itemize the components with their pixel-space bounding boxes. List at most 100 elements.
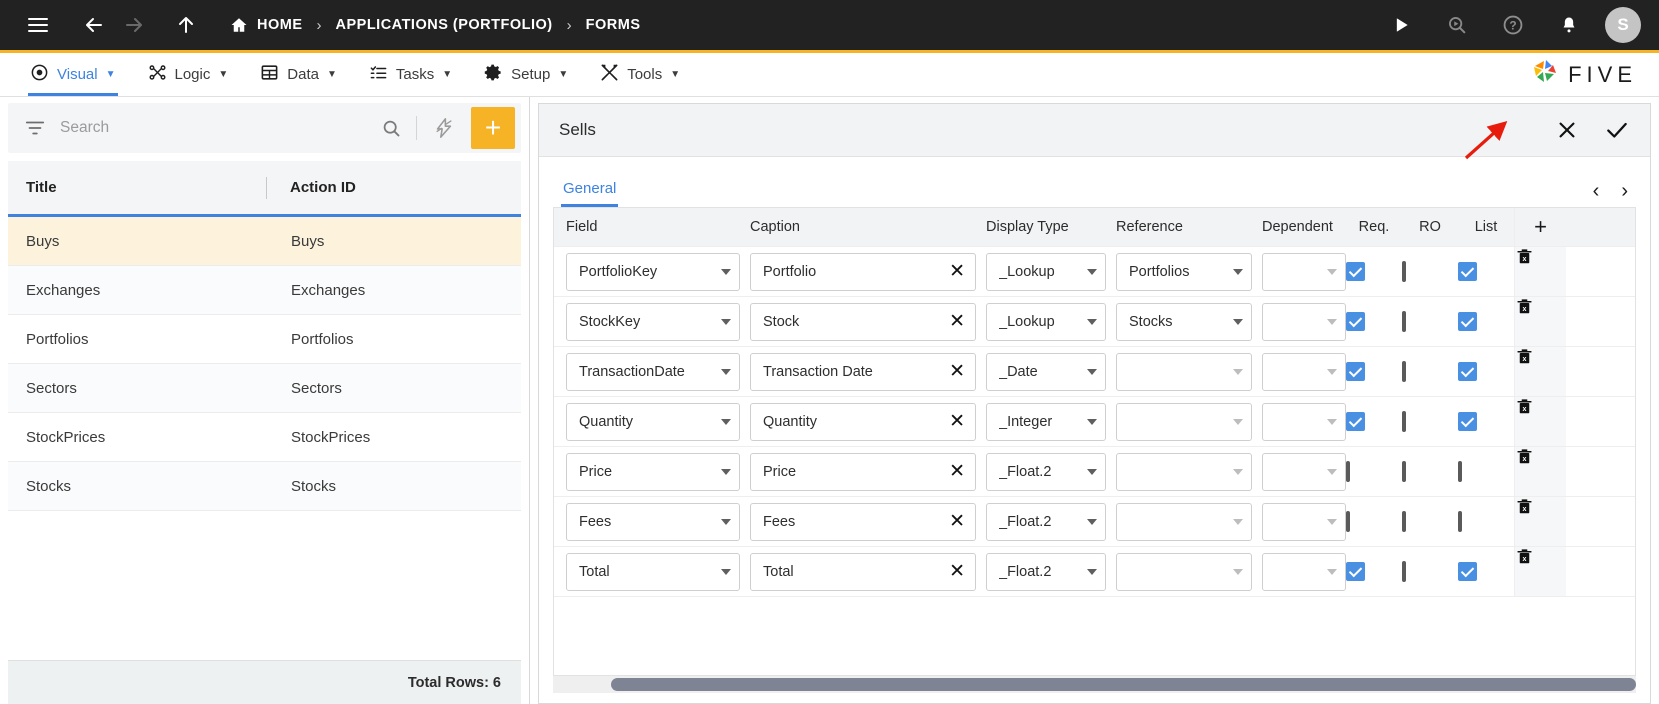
req-checkbox[interactable] <box>1346 412 1365 431</box>
lightning-icon[interactable] <box>417 117 471 139</box>
ro-checkbox[interactable] <box>1402 310 1406 332</box>
display-type-select[interactable]: _Float.2 <box>986 452 1106 491</box>
save-check-icon[interactable] <box>1604 117 1630 143</box>
ro-checkbox[interactable] <box>1402 460 1406 482</box>
menu-item-data[interactable]: Data ▼ <box>244 53 353 96</box>
caption-input[interactable]: Quantity ✕ <box>750 402 976 441</box>
clear-icon[interactable]: ✕ <box>943 312 965 331</box>
clear-icon[interactable]: ✕ <box>943 362 965 381</box>
ro-checkbox[interactable] <box>1402 410 1406 432</box>
menu-item-tools[interactable]: Tools ▼ <box>584 53 696 96</box>
clear-icon[interactable]: ✕ <box>943 262 965 281</box>
ro-checkbox[interactable] <box>1402 510 1406 532</box>
field-select[interactable]: TransactionDate <box>566 352 740 391</box>
delete-row-icon[interactable]: x <box>1514 547 1566 596</box>
run-play-icon[interactable] <box>1381 5 1421 45</box>
req-checkbox[interactable] <box>1346 362 1365 381</box>
next-record-icon[interactable]: › <box>1621 181 1628 201</box>
dependent-select[interactable] <box>1262 552 1346 591</box>
column-header-ro[interactable]: RO <box>1402 208 1458 246</box>
column-header-field[interactable]: Field <box>554 208 740 246</box>
search-debug-icon[interactable] <box>1437 5 1477 45</box>
ro-checkbox[interactable] <box>1402 360 1406 382</box>
column-header-caption[interactable]: Caption <box>740 208 976 246</box>
reference-select[interactable] <box>1116 552 1252 591</box>
add-form-button[interactable]: + <box>471 107 515 149</box>
field-select[interactable]: StockKey <box>566 302 740 341</box>
list-checkbox[interactable] <box>1458 262 1477 281</box>
tab-general[interactable]: General <box>561 180 619 207</box>
reference-select[interactable]: Portfolios <box>1116 252 1252 291</box>
list-item[interactable]: Exchanges Exchanges <box>8 266 521 315</box>
list-checkbox[interactable] <box>1458 510 1462 532</box>
display-type-select[interactable]: _Float.2 <box>986 552 1106 591</box>
clear-icon[interactable]: ✕ <box>943 512 965 531</box>
delete-row-icon[interactable]: x <box>1514 397 1566 446</box>
req-checkbox[interactable] <box>1346 510 1350 532</box>
dependent-select[interactable] <box>1262 502 1346 541</box>
req-checkbox[interactable] <box>1346 562 1365 581</box>
caption-input[interactable]: Transaction Date ✕ <box>750 352 976 391</box>
reference-select[interactable] <box>1116 352 1252 391</box>
dependent-select[interactable] <box>1262 352 1346 391</box>
search-input[interactable] <box>60 119 367 137</box>
avatar[interactable]: S <box>1605 7 1641 43</box>
menu-item-logic[interactable]: Logic ▼ <box>132 53 245 96</box>
scrollbar-thumb[interactable] <box>611 678 1636 691</box>
display-type-select[interactable]: _Lookup <box>986 252 1106 291</box>
display-type-select[interactable]: _Float.2 <box>986 502 1106 541</box>
menu-item-setup[interactable]: Setup ▼ <box>468 53 584 96</box>
delete-row-icon[interactable]: x <box>1514 497 1566 546</box>
menu-item-visual[interactable]: Visual ▼ <box>14 53 132 96</box>
clear-icon[interactable]: ✕ <box>943 462 965 481</box>
clear-icon[interactable]: ✕ <box>943 412 965 431</box>
list-item[interactable]: Stocks Stocks <box>8 462 521 511</box>
column-header-dependent[interactable]: Dependent <box>1252 208 1346 246</box>
ro-checkbox[interactable] <box>1402 560 1406 582</box>
display-type-select[interactable]: _Lookup <box>986 302 1106 341</box>
column-header-title[interactable]: Title <box>8 161 266 214</box>
clear-icon[interactable]: ✕ <box>943 562 965 581</box>
column-header-req[interactable]: Req. <box>1346 208 1402 246</box>
field-select[interactable]: Total <box>566 552 740 591</box>
back-arrow-icon[interactable] <box>74 5 114 45</box>
ro-checkbox[interactable] <box>1402 260 1406 282</box>
delete-row-icon[interactable]: x <box>1514 297 1566 346</box>
dependent-select[interactable] <box>1262 452 1346 491</box>
list-checkbox[interactable] <box>1458 312 1477 331</box>
caption-input[interactable]: Price ✕ <box>750 452 976 491</box>
reference-select[interactable] <box>1116 502 1252 541</box>
search-icon[interactable] <box>367 118 416 139</box>
hamburger-icon[interactable] <box>18 5 58 45</box>
req-checkbox[interactable] <box>1346 312 1365 331</box>
breadcrumb-forms[interactable]: FORMS <box>586 17 641 33</box>
caption-input[interactable]: Fees ✕ <box>750 502 976 541</box>
list-checkbox[interactable] <box>1458 562 1477 581</box>
field-select[interactable]: Price <box>566 452 740 491</box>
field-select[interactable]: Fees <box>566 502 740 541</box>
dependent-select[interactable] <box>1262 302 1346 341</box>
notifications-bell-icon[interactable] <box>1549 5 1589 45</box>
help-icon[interactable]: ? <box>1493 5 1533 45</box>
list-item[interactable]: Sectors Sectors <box>8 364 521 413</box>
caption-input[interactable]: Portfolio ✕ <box>750 252 976 291</box>
column-header-display-type[interactable]: Display Type <box>976 208 1106 246</box>
caption-input[interactable]: Stock ✕ <box>750 302 976 341</box>
column-header-reference[interactable]: Reference <box>1106 208 1252 246</box>
dependent-select[interactable] <box>1262 402 1346 441</box>
list-checkbox[interactable] <box>1458 412 1477 431</box>
up-arrow-icon[interactable] <box>166 5 206 45</box>
reference-select[interactable] <box>1116 452 1252 491</box>
display-type-select[interactable]: _Integer <box>986 402 1106 441</box>
list-item[interactable]: Buys Buys <box>8 217 521 266</box>
prev-record-icon[interactable]: ‹ <box>1593 181 1600 201</box>
column-header-action-id[interactable]: Action ID <box>267 161 521 214</box>
delete-row-icon[interactable]: x <box>1514 247 1566 296</box>
column-header-list[interactable]: List <box>1458 208 1514 246</box>
reference-select[interactable] <box>1116 402 1252 441</box>
dependent-select[interactable] <box>1262 252 1346 291</box>
list-item[interactable]: Portfolios Portfolios <box>8 315 521 364</box>
display-type-select[interactable]: _Date <box>986 352 1106 391</box>
field-select[interactable]: Quantity <box>566 402 740 441</box>
filter-icon[interactable] <box>8 117 60 139</box>
